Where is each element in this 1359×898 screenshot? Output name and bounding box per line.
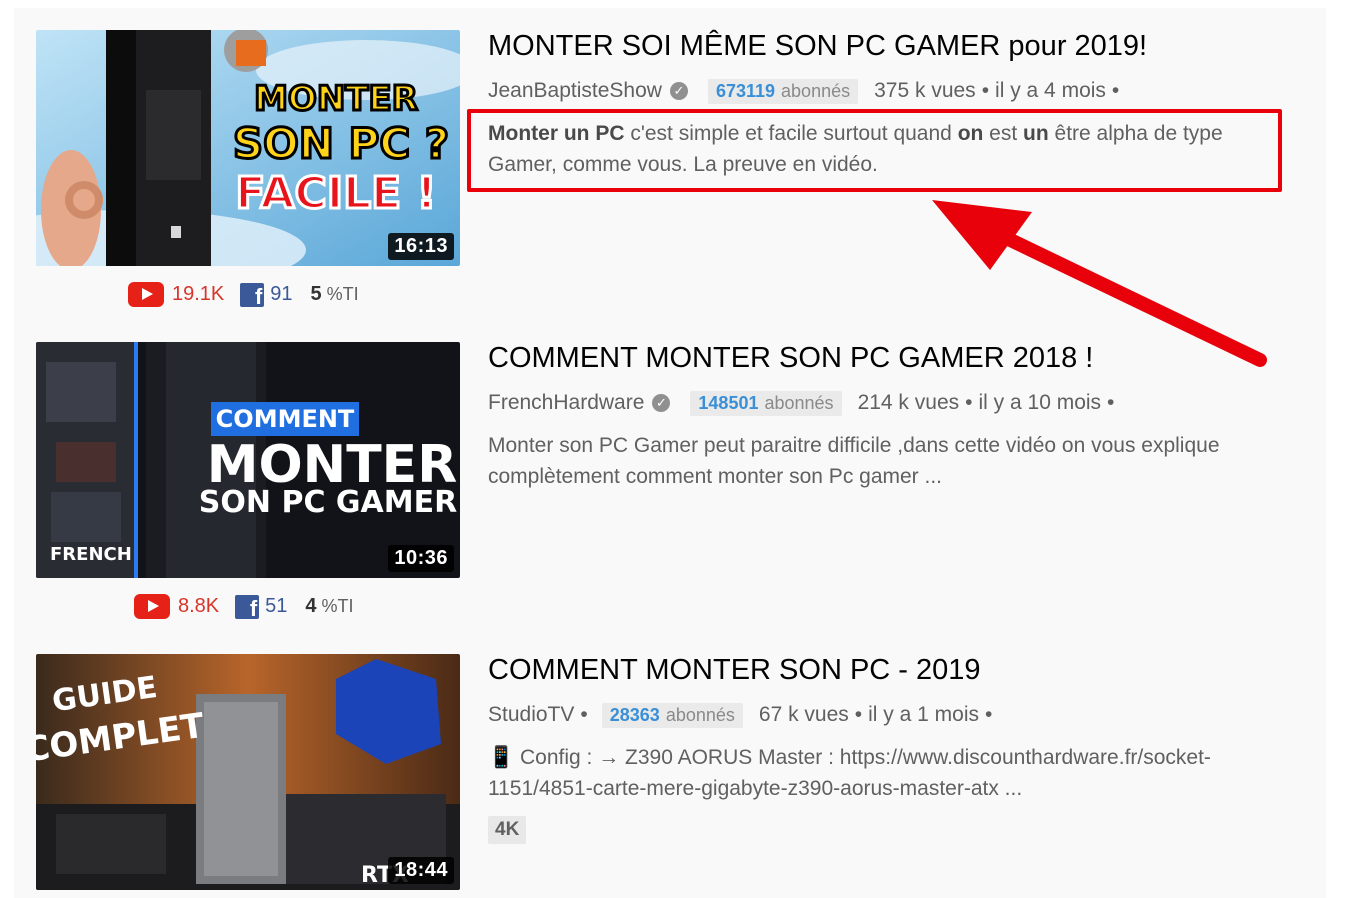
video-duration: 10:36 xyxy=(388,545,454,572)
ti-value: 4 xyxy=(305,595,317,617)
ti-value: 5 xyxy=(310,283,322,305)
video-thumbnail[interactable]: COMMENT MONTER SON PC GAMER FRENCH 10:36 xyxy=(36,342,460,578)
annotation-highlight-box xyxy=(467,109,1282,192)
video-title[interactable]: COMMENT MONTER SON PC - 2019 xyxy=(488,654,1288,687)
video-description: Monter son PC Gamer peut paraitre diffic… xyxy=(488,434,1220,488)
verified-check-icon: ✓ xyxy=(652,394,671,412)
video-duration: 16:13 xyxy=(388,233,454,260)
meta-separator: • xyxy=(1107,391,1115,414)
facebook-shares: 91 xyxy=(270,283,293,305)
video-meta: FrenchHardware ✓ 148501 abonnés 214 k vu… xyxy=(488,388,1120,418)
view-count: 375 k vues xyxy=(874,79,976,102)
facebook-shares: 51 xyxy=(265,595,288,617)
video-title[interactable]: MONTER SOI MÊME SON PC GAMER pour 2019! xyxy=(488,30,1288,63)
facebook-icon: f xyxy=(235,594,260,619)
channel-name[interactable]: JeanBaptisteShow xyxy=(488,79,662,103)
svg-text:MONTER: MONTER xyxy=(254,79,418,119)
video-duration: 18:44 xyxy=(388,857,454,884)
quality-badge: 4K xyxy=(488,816,527,844)
youtube-likes: 8.8K xyxy=(178,595,220,617)
meta-separator: • xyxy=(965,391,973,414)
video-meta: StudioTV • 28363 abonnés 67 k vues • il … xyxy=(488,700,998,730)
channel-name[interactable]: StudioTV xyxy=(488,703,574,727)
subscriber-count: 673119 abonnés xyxy=(707,78,859,104)
channel-name[interactable]: FrenchHardware xyxy=(488,391,644,415)
subscriber-count: 148501 abonnés xyxy=(690,390,842,416)
video-thumbnail[interactable]: GUIDE COMPLET RTX 18:44 xyxy=(36,654,460,890)
video-description: 📱 Config : → Z390 AORUS Master : https:/… xyxy=(488,746,1211,800)
video-thumbnail[interactable]: MONTER SON PC ? FACILE ! 16:13 xyxy=(36,30,460,266)
svg-text:SON PC GAMER: SON PC GAMER xyxy=(199,485,457,520)
subscriber-label: abonnés xyxy=(665,704,735,725)
video-stats: 8.8K f 51 4 %TI xyxy=(134,594,354,619)
annotation-arrow-icon xyxy=(932,200,1267,367)
view-count: 214 k vues xyxy=(857,391,960,414)
subscriber-label: abonnés xyxy=(764,392,834,413)
upload-age: il y a 10 mois xyxy=(978,391,1102,414)
subscriber-label: abonnés xyxy=(781,80,851,101)
verified-check-icon: ✓ xyxy=(669,82,688,100)
video-stats: 19.1K f 91 5 %TI xyxy=(128,282,359,307)
facebook-icon: f xyxy=(240,282,265,307)
subscriber-number: 148501 xyxy=(698,392,759,413)
youtube-icon xyxy=(134,594,170,619)
video-meta: JeanBaptisteShow ✓ 673119 abonnés 375 k … xyxy=(488,76,1125,106)
svg-text:FRENCH: FRENCH xyxy=(50,544,132,565)
subscriber-number: 28363 xyxy=(609,704,660,725)
svg-text:FACILE !: FACILE ! xyxy=(235,168,436,219)
svg-text:COMMENT: COMMENT xyxy=(216,405,355,433)
ti-label: %TI xyxy=(321,596,354,616)
subscriber-count: 28363 abonnés xyxy=(601,702,743,728)
view-count: 67 k vues xyxy=(758,703,849,726)
meta-separator: • xyxy=(985,703,993,726)
youtube-icon xyxy=(128,282,164,307)
svg-text:SON PC ?: SON PC ? xyxy=(233,119,449,168)
youtube-likes: 19.1K xyxy=(172,283,225,305)
meta-separator: • xyxy=(1111,79,1120,102)
meta-separator: • xyxy=(580,703,588,726)
subscriber-number: 673119 xyxy=(715,80,776,101)
upload-age: il y a 4 mois xyxy=(995,79,1106,102)
upload-age: il y a 1 mois xyxy=(868,703,980,726)
ti-label: %TI xyxy=(326,284,359,304)
meta-separator: • xyxy=(981,79,990,102)
meta-separator: • xyxy=(854,703,863,726)
